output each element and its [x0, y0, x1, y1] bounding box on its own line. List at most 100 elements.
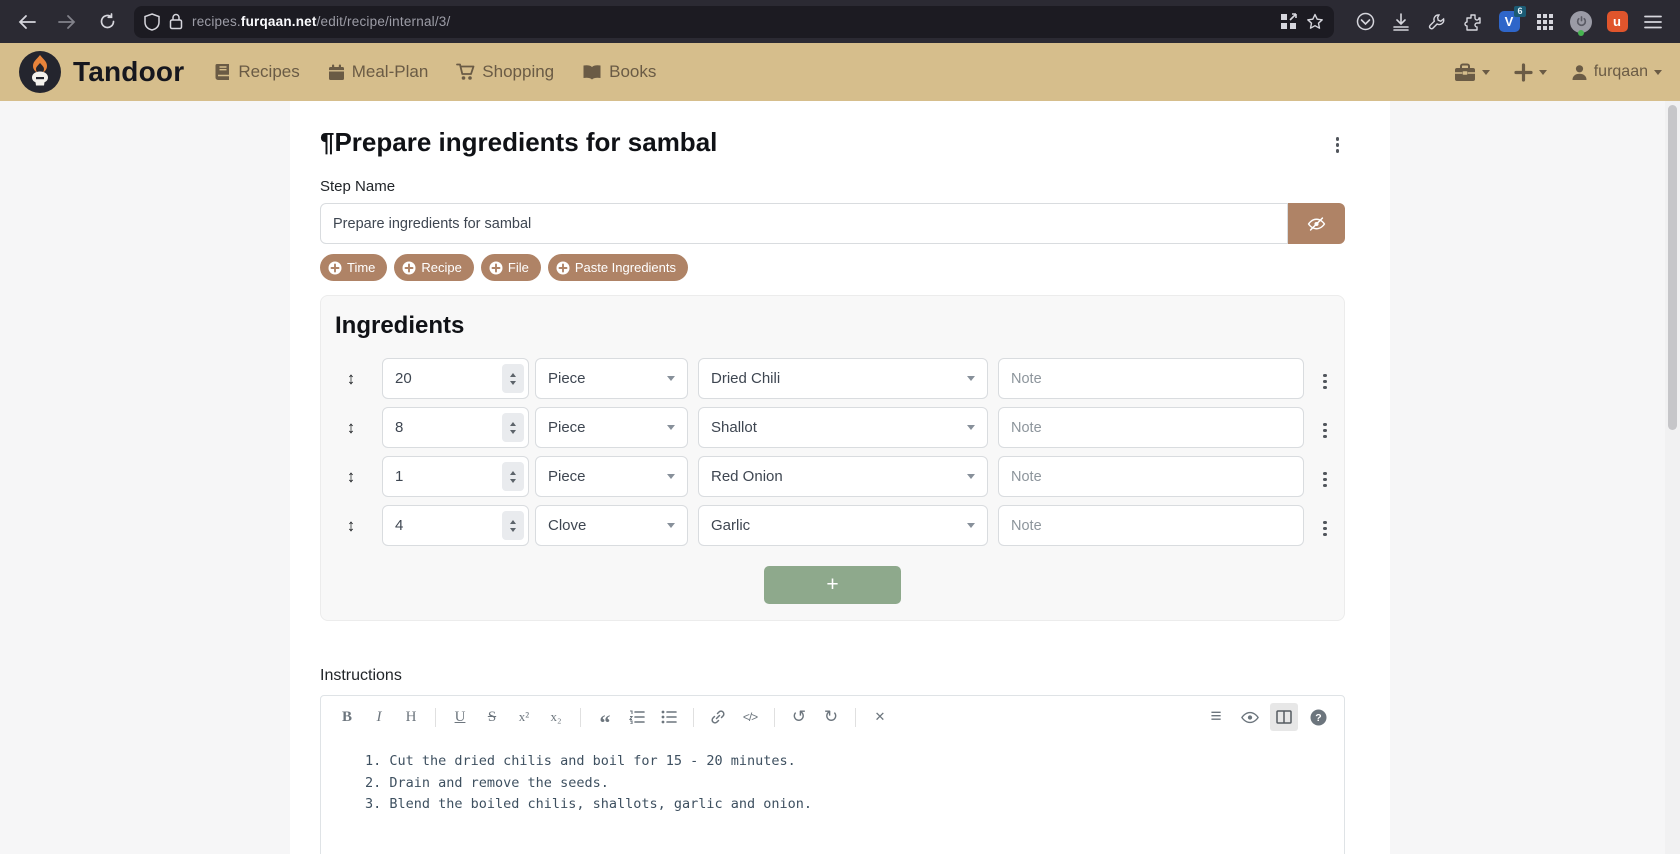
- amount-stepper[interactable]: [502, 413, 524, 442]
- toolbar-separator: [580, 708, 581, 727]
- ingredient-row: ↕ Clove Garlic: [321, 505, 1344, 546]
- user-menu-button[interactable]: furqaan: [1571, 63, 1662, 81]
- ingredient-options-kebab-icon[interactable]: [1317, 370, 1333, 394]
- step-add-buttons: Time Recipe File Paste Ingredients: [320, 254, 1345, 281]
- ingredients-title: Ingredients: [335, 312, 1344, 340]
- step-name-input[interactable]: [320, 203, 1288, 244]
- drag-handle-icon[interactable]: ↕: [341, 467, 361, 487]
- step-options-kebab-icon[interactable]: [1330, 133, 1346, 157]
- menu-hamburger-icon[interactable]: [1638, 7, 1668, 37]
- unit-select[interactable]: Piece: [535, 407, 688, 448]
- link-icon[interactable]: [704, 703, 732, 731]
- step-header: ¶Prepare ingredients for sambal: [320, 127, 1345, 158]
- back-icon[interactable]: [12, 7, 42, 37]
- chevron-down-icon: [967, 425, 975, 430]
- brand-home-link[interactable]: Tandoor: [18, 50, 184, 94]
- ingredient-options-kebab-icon[interactable]: [1317, 468, 1333, 492]
- reload-icon[interactable]: [92, 7, 122, 37]
- tools-wrench-icon[interactable]: [1422, 7, 1452, 37]
- forward-icon[interactable]: [52, 7, 82, 37]
- quote-icon[interactable]: “: [591, 703, 619, 731]
- food-select[interactable]: Shallot: [698, 407, 988, 448]
- browser-extensions-area: V6 u: [1350, 7, 1668, 37]
- note-input[interactable]: [998, 407, 1304, 448]
- extensions-grid-icon[interactable]: [1530, 7, 1560, 37]
- toolbar-separator: [774, 708, 775, 727]
- food-select[interactable]: Garlic: [698, 505, 988, 546]
- undo-icon[interactable]: ↺: [785, 703, 813, 731]
- bold-icon[interactable]: B: [333, 703, 361, 731]
- ublock-extension-icon[interactable]: u: [1602, 7, 1632, 37]
- clear-formatting-icon[interactable]: ✕: [866, 703, 894, 731]
- add-ingredient-button[interactable]: +: [764, 566, 901, 604]
- italic-icon[interactable]: I: [365, 703, 393, 731]
- nav-item-recipes[interactable]: Recipes: [214, 62, 299, 82]
- redo-icon[interactable]: ↻: [817, 703, 845, 731]
- code-icon[interactable]: </>: [736, 703, 764, 731]
- note-input[interactable]: [998, 456, 1304, 497]
- fullscreen-lines-icon[interactable]: ≡: [1202, 703, 1230, 731]
- note-input[interactable]: [998, 358, 1304, 399]
- create-menu-button[interactable]: [1514, 63, 1547, 82]
- user-icon: [1571, 64, 1588, 81]
- tracking-shield-icon[interactable]: [144, 13, 160, 31]
- amount-stepper[interactable]: [502, 511, 524, 540]
- food-select[interactable]: Red Onion: [698, 456, 988, 497]
- page-scrollbar-track[interactable]: [1665, 101, 1680, 854]
- pocket-icon[interactable]: [1350, 7, 1380, 37]
- help-icon[interactable]: ?: [1304, 703, 1332, 731]
- note-input[interactable]: [998, 505, 1304, 546]
- page-scrollbar-thumb[interactable]: [1668, 105, 1677, 430]
- subscript-icon[interactable]: x₂: [542, 703, 570, 731]
- amount-stepper[interactable]: [502, 462, 524, 491]
- ingredient-options-kebab-icon[interactable]: [1317, 419, 1333, 443]
- pilcrow-icon: ¶: [320, 127, 334, 158]
- chevron-down-icon: [1539, 70, 1547, 75]
- underline-icon[interactable]: U: [446, 703, 474, 731]
- instructions-textarea[interactable]: 1. Cut the dried chilis and boil for 15 …: [321, 738, 1344, 854]
- add-time-button[interactable]: Time: [320, 254, 387, 281]
- ingredient-row: ↕ Piece Shallot: [321, 407, 1344, 448]
- drag-handle-icon[interactable]: ↕: [341, 369, 361, 389]
- bookmark-star-icon[interactable]: [1306, 13, 1324, 31]
- url-bar[interactable]: recipes.furqaan.net/edit/recipe/internal…: [134, 6, 1334, 38]
- preview-eye-icon[interactable]: [1236, 703, 1264, 731]
- add-recipe-button[interactable]: Recipe: [394, 254, 473, 281]
- unordered-list-icon[interactable]: [655, 703, 683, 731]
- nav-label: Meal-Plan: [352, 62, 429, 82]
- unit-select[interactable]: Piece: [535, 358, 688, 399]
- profile-icon[interactable]: [1566, 7, 1596, 37]
- instruction-line: 2. Drain and remove the seeds.: [365, 773, 1332, 795]
- downloads-icon[interactable]: [1386, 7, 1416, 37]
- vimium-extension-icon[interactable]: V6: [1494, 7, 1524, 37]
- nav-item-meal-plan[interactable]: Meal-Plan: [328, 62, 429, 82]
- open-book-icon: [582, 64, 602, 81]
- lock-icon[interactable]: [169, 13, 183, 30]
- nav-item-shopping[interactable]: Shopping: [456, 62, 554, 82]
- instructions-label: Instructions: [320, 667, 1345, 685]
- drag-handle-icon[interactable]: ↕: [341, 516, 361, 536]
- add-file-button[interactable]: File: [481, 254, 541, 281]
- chevron-down-icon: [667, 523, 675, 528]
- strikethrough-icon[interactable]: S: [478, 703, 506, 731]
- unit-select[interactable]: Clove: [535, 505, 688, 546]
- plus-icon: [1514, 63, 1533, 82]
- chevron-down-icon: [667, 474, 675, 479]
- paste-ingredients-button[interactable]: Paste Ingredients: [548, 254, 688, 281]
- drag-handle-icon[interactable]: ↕: [341, 418, 361, 438]
- heading-icon[interactable]: H: [397, 703, 425, 731]
- amount-stepper[interactable]: [502, 364, 524, 393]
- side-by-side-icon[interactable]: [1270, 703, 1298, 731]
- utilities-menu-button[interactable]: [1454, 63, 1490, 82]
- ingredient-options-kebab-icon[interactable]: [1317, 517, 1333, 541]
- plus-circle-icon: [489, 261, 503, 275]
- ordered-list-icon[interactable]: [623, 703, 651, 731]
- superscript-icon[interactable]: x²: [510, 703, 538, 731]
- container-squares-icon[interactable]: [1280, 13, 1297, 30]
- food-select[interactable]: Dried Chili: [698, 358, 988, 399]
- nav-item-books[interactable]: Books: [582, 62, 656, 82]
- hide-step-name-button[interactable]: [1288, 203, 1345, 244]
- extension-puzzle-icon[interactable]: [1458, 7, 1488, 37]
- unit-select[interactable]: Piece: [535, 456, 688, 497]
- url-text[interactable]: recipes.furqaan.net/edit/recipe/internal…: [192, 14, 450, 29]
